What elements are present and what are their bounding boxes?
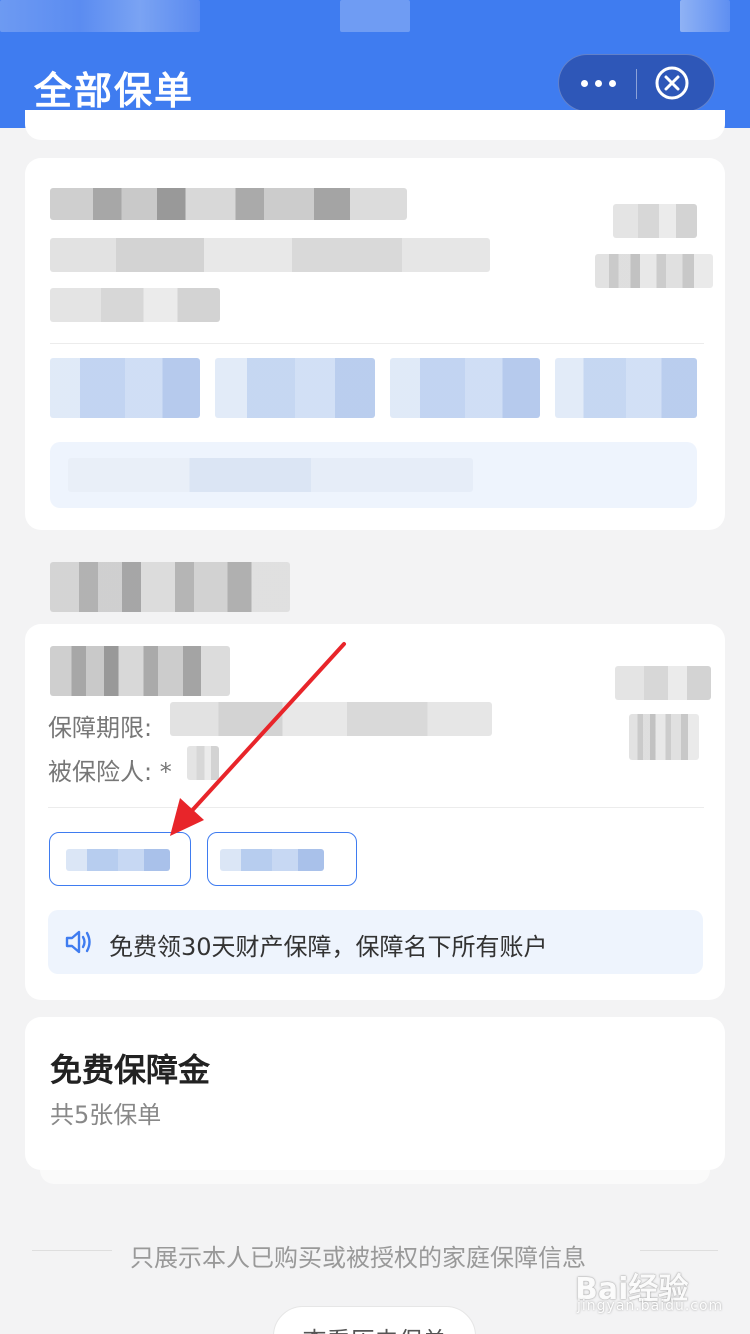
footer-line-left	[32, 1250, 112, 1251]
action-button-blur-4[interactable]	[555, 358, 697, 418]
policy2-amount-blur	[629, 714, 699, 760]
promo-notice[interactable]: 免费领30天财产保障，保障名下所有账户	[48, 910, 703, 974]
notice-blur-text	[68, 458, 473, 492]
more-dots-icon[interactable]	[559, 55, 637, 111]
policy-detail-blur	[50, 238, 490, 272]
page-title: 全部保单	[34, 69, 195, 113]
action-button-blur-2[interactable]	[215, 358, 375, 418]
policy-meta-blur	[50, 288, 220, 322]
policy-amount-blur	[595, 254, 713, 288]
policy2-status-blur	[615, 666, 711, 700]
section-header-blur	[50, 562, 290, 612]
insured-value-blur	[187, 746, 219, 780]
close-circle-icon[interactable]	[655, 66, 689, 100]
card-top-sliver	[25, 110, 725, 140]
free-guarantee-title: 免费保障金	[50, 1051, 211, 1089]
action-button-blur-3[interactable]	[390, 358, 540, 418]
promo-notice-text: 免费领30天财产保障，保障名下所有账户	[109, 933, 548, 961]
mini-program-capsule	[558, 54, 715, 112]
footer-line-right	[640, 1250, 718, 1251]
action-button-blur-1[interactable]	[50, 358, 200, 418]
status-bar-center-blur	[340, 0, 410, 32]
free-guarantee-card[interactable]: 免费保障金 共5张保单	[25, 1017, 725, 1170]
policy-action-button-1[interactable]	[49, 832, 191, 886]
history-policy-button[interactable]: 查看历史保单	[273, 1306, 476, 1334]
status-bar-left-blur	[0, 0, 200, 32]
policy-name-blur	[50, 188, 407, 220]
baidu-jingyan-watermark: Bai经验 jingyan.baidu.com	[575, 1262, 725, 1322]
capsule-divider	[636, 69, 637, 99]
action-1-blur-label	[66, 849, 170, 871]
period-value-blur	[170, 702, 492, 736]
status-bar-right-blur	[680, 0, 730, 32]
status-bar	[0, 0, 750, 34]
speaker-icon	[65, 930, 91, 954]
stacked-card-shadow	[40, 1170, 710, 1184]
policy2-name-blur	[50, 646, 230, 696]
policy2-divider	[48, 807, 704, 808]
action-2-blur-label	[220, 849, 324, 871]
footer-info-text: 只展示本人已购买或被授权的家庭保障信息	[130, 1244, 586, 1272]
insured-label: 被保险人: *	[48, 758, 172, 786]
period-label: 保障期限:	[48, 714, 153, 742]
policy-action-button-2[interactable]	[207, 832, 357, 886]
watermark-url: jingyan.baidu.com	[577, 1298, 724, 1314]
free-guarantee-count: 共5张保单	[50, 1101, 162, 1129]
policy-divider	[50, 343, 704, 344]
policy-status-blur	[613, 204, 697, 238]
policy-card-1[interactable]	[25, 158, 725, 530]
